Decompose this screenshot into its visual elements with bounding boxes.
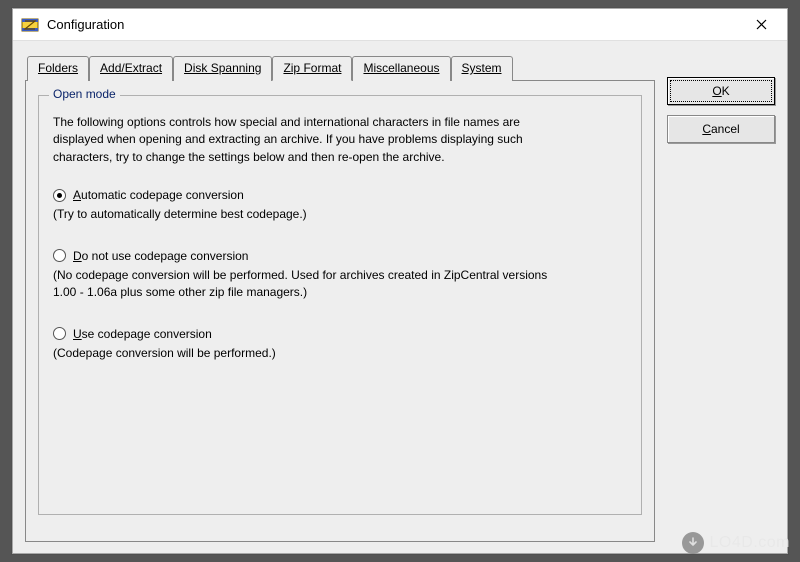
- watermark-text: LO4D.com: [710, 534, 790, 552]
- open-mode-groupbox: Open mode The following options controls…: [38, 95, 642, 515]
- group-description: The following options controls how speci…: [53, 114, 553, 166]
- tab-folders[interactable]: Folders: [27, 56, 89, 81]
- radio-automatic[interactable]: Automatic codepage conversion: [53, 188, 627, 202]
- tabstrip: Folders Add/Extract Disk Spanning Zip Fo…: [27, 55, 655, 80]
- radio-use[interactable]: Use codepage conversion: [53, 327, 627, 341]
- tab-add-extract[interactable]: Add/Extract: [89, 56, 173, 81]
- option-automatic: Automatic codepage conversion (Try to au…: [53, 188, 627, 223]
- option-desc: (Try to automatically determine best cod…: [53, 206, 573, 223]
- watermark-icon: [682, 532, 704, 554]
- titlebar: Configuration: [13, 9, 787, 41]
- tab-container: Folders Add/Extract Disk Spanning Zip Fo…: [25, 55, 655, 542]
- tab-miscellaneous[interactable]: Miscellaneous: [352, 56, 450, 81]
- radio-icon: [53, 189, 66, 202]
- window-title: Configuration: [47, 17, 741, 32]
- tab-zip-format[interactable]: Zip Format: [272, 56, 352, 81]
- configuration-window: Configuration Folders Add/Extract Disk S…: [12, 8, 788, 554]
- radio-label: Do not use codepage conversion: [73, 249, 248, 263]
- option-do-not-use: Do not use codepage conversion (No codep…: [53, 249, 627, 301]
- radio-label: Use codepage conversion: [73, 327, 212, 341]
- radio-icon: [53, 327, 66, 340]
- button-column: OK Cancel: [667, 55, 775, 143]
- radio-do-not-use[interactable]: Do not use codepage conversion: [53, 249, 627, 263]
- app-icon: [21, 16, 39, 34]
- watermark: LO4D.com: [682, 532, 790, 554]
- tab-disk-spanning[interactable]: Disk Spanning: [173, 56, 272, 81]
- group-legend: Open mode: [49, 87, 120, 101]
- option-desc: (Codepage conversion will be performed.): [53, 345, 573, 362]
- ok-button[interactable]: OK: [667, 77, 775, 105]
- radio-icon: [53, 249, 66, 262]
- radio-label: Automatic codepage conversion: [73, 188, 244, 202]
- client-area: Folders Add/Extract Disk Spanning Zip Fo…: [13, 41, 787, 553]
- close-icon: [756, 19, 767, 30]
- cancel-button[interactable]: Cancel: [667, 115, 775, 143]
- option-desc: (No codepage conversion will be performe…: [53, 267, 573, 301]
- option-use: Use codepage conversion (Codepage conver…: [53, 327, 627, 362]
- close-button[interactable]: [741, 11, 781, 39]
- tab-panel-zip-format: Open mode The following options controls…: [25, 80, 655, 542]
- tab-system[interactable]: System: [451, 56, 513, 81]
